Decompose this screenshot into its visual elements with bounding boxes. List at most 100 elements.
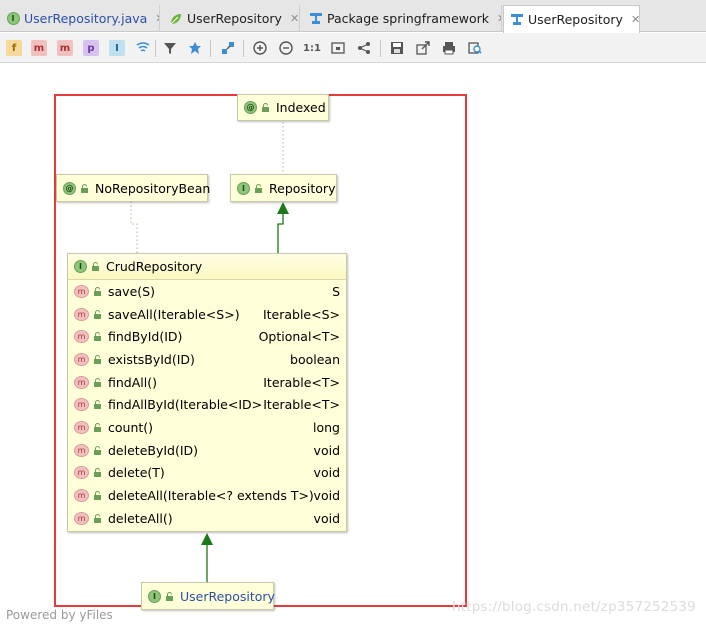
lock-icon [94, 332, 101, 342]
method-row[interactable]: m deleteAll() void [68, 507, 346, 530]
lock-icon [262, 103, 269, 112]
method-row[interactable]: m findAllById(Iterable<ID>) Iterable<T> [68, 393, 346, 416]
method-list: m save(S) Sm saveAll(Iterable<S>) Iterable<S… [68, 280, 346, 530]
method-return-type: void [313, 442, 340, 458]
node-label: Indexed [276, 100, 326, 115]
save-icon[interactable] [387, 38, 407, 58]
method-icon: m [74, 466, 89, 480]
method-row[interactable]: m deleteById(ID) void [68, 439, 346, 462]
method-return-type: S [332, 283, 340, 299]
method-icon: m [74, 489, 89, 503]
method-icon: m [74, 420, 89, 434]
export-icon[interactable] [413, 38, 433, 58]
visibility-icon[interactable] [133, 38, 153, 58]
watermark: https://blog.csdn.net/zp357252539 [452, 599, 696, 615]
node-crudrepository[interactable]: I CrudRepository m save(S) Sm saveAll(Itera… [67, 253, 347, 532]
close-icon[interactable]: ✕ [155, 12, 159, 25]
method-row[interactable]: m findById(ID) Optional<T> [68, 325, 346, 348]
diagram-icon [510, 13, 524, 27]
close-icon[interactable]: ✕ [631, 13, 639, 26]
zoom-out-icon[interactable] [276, 38, 296, 58]
layout-icon[interactable] [185, 38, 205, 58]
lock-icon [94, 468, 101, 478]
method-name: findById(ID) [108, 329, 183, 345]
lock-icon [94, 309, 101, 319]
method-name: existsById(ID) [108, 351, 195, 367]
method-return-type: Iterable<T> [263, 397, 340, 413]
print-preview-icon[interactable] [465, 38, 485, 58]
method-icon: m [74, 330, 89, 344]
method-return-type: void [313, 488, 340, 504]
show-methods-button[interactable]: m [29, 38, 49, 58]
method-row[interactable]: m deleteAll(Iterable<? extends T>) void [68, 484, 346, 507]
method-row[interactable]: m saveAll(Iterable<S>) Iterable<S> [68, 303, 346, 326]
method-return-type: Optional<T> [258, 329, 340, 345]
tab-label: UserRepository [528, 12, 623, 27]
method-icon: m [74, 352, 89, 366]
node-label: Repository [269, 180, 336, 196]
method-row[interactable]: m delete(T) void [68, 462, 346, 485]
method-row[interactable]: m findAll() Iterable<T> [68, 371, 346, 394]
lock-icon [94, 400, 101, 410]
apply-layout-icon[interactable] [218, 38, 238, 58]
lock-icon [94, 286, 101, 296]
print-icon[interactable] [439, 38, 459, 58]
close-icon[interactable]: ✕ [497, 12, 501, 25]
lock-icon [94, 354, 101, 364]
interface-icon: I [148, 589, 161, 603]
node-indexed[interactable]: @ Indexed [237, 94, 329, 121]
node-label: NoRepositoryBean [95, 180, 211, 196]
powered-by-label: Powered by yFiles [6, 608, 113, 622]
tab-label: UserRepository.java [24, 11, 148, 26]
close-icon[interactable]: ✕ [290, 12, 299, 25]
method-row[interactable]: m existsById(ID) boolean [68, 348, 346, 371]
interface-icon: I [74, 260, 87, 273]
node-label: UserRepository [180, 588, 275, 604]
editor-tab-bar: I UserRepository.java ✕ UserRepository ✕… [0, 0, 706, 33]
node-norepositorybean[interactable]: @ NoRepositoryBean [56, 174, 211, 202]
method-return-type: boolean [290, 351, 340, 367]
method-name: deleteAll(Iterable<? extends T>) [108, 488, 314, 504]
tab-userrepository-java[interactable]: I UserRepository.java ✕ [0, 5, 160, 32]
zoom-in-icon[interactable] [250, 38, 270, 58]
diagram-canvas[interactable]: @ Indexed @ NoRepositoryBean I Repositor… [0, 64, 706, 626]
interface-icon: I [6, 12, 20, 26]
method-row[interactable]: m save(S) S [68, 280, 346, 303]
tab-package-springframework[interactable]: Package springframework ✕ [303, 5, 502, 32]
tab-label: Package springframework [327, 11, 490, 26]
method-name: findAll() [108, 374, 157, 390]
method-name: deleteById(ID) [108, 442, 199, 458]
actual-size-button[interactable]: 1:1 [302, 38, 322, 58]
tab-userrepository-diagram[interactable]: UserRepository ✕ [503, 5, 640, 33]
tab-label: UserRepository [187, 11, 282, 26]
method-name: deleteAll() [108, 510, 173, 526]
interface-icon: I [237, 181, 250, 195]
lock-icon [94, 377, 101, 387]
method-icon: m [74, 307, 89, 321]
node-userrepository[interactable]: I UserRepository [141, 582, 275, 610]
show-constructors-button[interactable]: m [55, 38, 75, 58]
method-name: save(S) [108, 283, 155, 299]
lock-icon [94, 445, 101, 455]
method-row[interactable]: m count() long [68, 416, 346, 439]
show-properties-button[interactable]: p [81, 38, 101, 58]
lock-icon [166, 591, 173, 601]
method-return-type: Iterable<S> [262, 306, 340, 322]
method-icon: m [74, 398, 89, 412]
lock-icon [81, 183, 88, 193]
annotation-icon: @ [244, 101, 257, 114]
share-icon[interactable] [354, 38, 374, 58]
method-name: count() [108, 419, 154, 435]
method-return-type: Iterable<T> [263, 374, 340, 390]
filter-icon[interactable] [160, 38, 180, 58]
method-name: findAllById(Iterable<ID>) [108, 397, 264, 413]
lock-icon [92, 262, 99, 271]
method-return-type: long [313, 419, 340, 435]
fit-content-icon[interactable] [328, 38, 348, 58]
show-fields-button[interactable]: f [4, 38, 24, 58]
node-repository[interactable]: I Repository [230, 174, 337, 202]
show-inner-classes-button[interactable]: I [107, 38, 127, 58]
tab-userrepository-spring[interactable]: UserRepository ✕ [163, 5, 300, 32]
method-icon: m [74, 511, 89, 525]
method-icon: m [74, 443, 89, 457]
